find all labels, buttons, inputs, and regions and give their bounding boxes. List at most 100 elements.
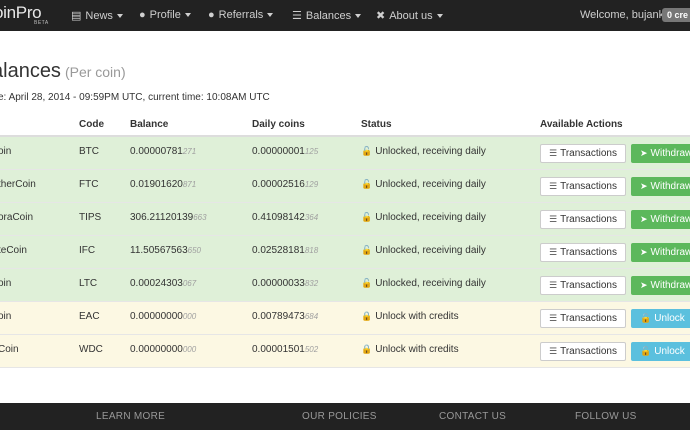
footer-follow-us[interactable]: FOLLOW US	[575, 411, 637, 422]
coin-status: 🔓 Unlocked, receiving daily	[361, 146, 486, 157]
list-icon: ☰	[549, 280, 558, 290]
withdraw-arrow-icon: ➤	[640, 148, 648, 158]
caret-down-icon	[436, 14, 443, 18]
transactions-button[interactable]: ☰ Transactions	[540, 276, 626, 295]
coin-daily: 0.00000001125	[252, 146, 319, 157]
coin-name: oin	[0, 278, 12, 289]
coin-code: FTC	[79, 179, 99, 190]
transactions-button[interactable]: ☰ Transactions	[540, 309, 626, 328]
nav-about-us[interactable]: ✖ About us	[376, 9, 443, 22]
coin-balance: 11.50567563650	[130, 245, 202, 256]
transactions-button[interactable]: ☰ Transactions	[540, 177, 626, 196]
table-row: oin LTC 0.00024303067 0.00000033832 🔓 Unlocke…	[0, 269, 690, 302]
table-row: oin BTC 0.00000781271 0.00000001125 🔓 Unlocke…	[0, 137, 690, 170]
unlock-icon: 🔓	[361, 278, 373, 288]
lock-icon: 🔒	[361, 311, 373, 321]
coin-status: 🔒 Unlock with credits	[361, 344, 459, 355]
caret-down-icon	[184, 13, 191, 17]
list-icon: ☰	[549, 214, 558, 224]
transactions-button[interactable]: ☰ Transactions	[540, 144, 626, 163]
caret-down-icon	[355, 14, 362, 18]
coin-balance: 0.00024303067	[130, 278, 197, 289]
coin-name: Coin	[0, 344, 19, 355]
unlock-icon: 🔓	[640, 313, 652, 323]
withdraw-button[interactable]: ➤ Withdraw	[631, 144, 690, 163]
table-row: therCoin FTC 0.01901620871 0.00002516129 🔓 Un…	[0, 170, 690, 203]
coin-status: 🔓 Unlocked, receiving daily	[361, 212, 486, 223]
brand-beta-label: BETA	[34, 20, 49, 26]
coin-status: 🔓 Unlocked, receiving daily	[361, 278, 486, 289]
coin-daily: 0.41098142364	[252, 212, 319, 223]
header-available-actions: Available Actions	[540, 119, 623, 130]
withdraw-arrow-icon: ➤	[640, 181, 648, 191]
credits-badge[interactable]: 0 cre	[662, 8, 690, 22]
coin-daily: 0.00000033832	[252, 278, 319, 289]
coin-balance: 0.00000000000	[130, 344, 197, 355]
unlock-icon: 🔓	[640, 346, 652, 356]
coin-balance: 306.21120139663	[130, 212, 207, 223]
withdraw-button[interactable]: ➤ Withdraw	[631, 177, 690, 196]
coin-daily: 0.00002516129	[252, 179, 319, 190]
coin-name: oin	[0, 311, 12, 322]
coin-status: 🔓 Unlocked, receiving daily	[361, 245, 486, 256]
withdraw-button[interactable]: ➤ Withdraw	[631, 243, 690, 262]
footer-contact-us[interactable]: CONTACT US	[439, 411, 506, 422]
unlock-icon: 🔓	[361, 179, 373, 189]
withdraw-arrow-icon: ➤	[640, 214, 648, 224]
unlock-icon: 🔓	[361, 245, 373, 255]
coin-name: oraCoin	[0, 212, 34, 223]
coin-daily: 0.02528181818	[252, 245, 319, 256]
coin-code: TIPS	[79, 212, 102, 223]
update-time-info: e: April 28, 2014 - 09:59PM UTC, current…	[0, 92, 270, 103]
withdraw-button[interactable]: ➤ Withdraw	[631, 210, 690, 229]
transactions-button[interactable]: ☰ Transactions	[540, 342, 626, 361]
welcome-text: Welcome, bujank!	[580, 9, 668, 21]
coin-status: 🔒 Unlock with credits	[361, 311, 459, 322]
nav-balances[interactable]: ☰ Balances	[292, 9, 362, 22]
top-navbar: oinPro BETA ▤News ●Profile ●Referrals ☰B…	[0, 0, 690, 31]
list-icon: ☰	[549, 148, 558, 158]
nav-referrals[interactable]: ● Referrals	[208, 9, 274, 21]
coin-daily: 0.00001501502	[252, 344, 319, 355]
page-title: alances(Per coin)	[0, 60, 126, 82]
coin-balance: 0.00000000000	[130, 311, 197, 322]
footer: / LEARN MORE OUR POLICIES CONTACT US FOL…	[0, 403, 690, 430]
coin-daily: 0.00789473684	[252, 311, 319, 322]
unlock-icon: 🔓	[361, 146, 373, 156]
caret-down-icon	[116, 14, 123, 18]
list-icon: ☰	[549, 247, 558, 257]
unlock-button[interactable]: 🔓 Unlock	[631, 342, 690, 361]
table-row: teCoin IFC 11.50567563650 0.02528181818 🔓 Unl…	[0, 236, 690, 269]
coin-name: teCoin	[0, 245, 27, 256]
list-icon: ☰	[549, 346, 558, 356]
withdraw-arrow-icon: ➤	[640, 280, 648, 290]
users-icon: ●	[208, 9, 215, 21]
list-icon: ☰	[549, 181, 558, 191]
withdraw-button[interactable]: ➤ Withdraw	[631, 276, 690, 295]
list-icon: ☰	[549, 313, 558, 323]
withdraw-arrow-icon: ➤	[640, 247, 648, 257]
nav-profile[interactable]: ● Profile	[139, 9, 191, 21]
header-daily-coins: Daily coins	[252, 119, 305, 130]
footer-learn-more[interactable]: LEARN MORE	[96, 411, 165, 422]
footer-our-policies[interactable]: OUR POLICIES	[302, 411, 377, 422]
coin-name: therCoin	[0, 179, 36, 190]
table-row: oraCoin TIPS 306.21120139663 0.41098142364 🔓…	[0, 203, 690, 236]
page-subtitle: (Per coin)	[64, 64, 126, 80]
table-row: oin EAC 0.00000000000 0.00789473684 🔒 Unlock …	[0, 302, 690, 335]
user-icon: ●	[139, 9, 146, 21]
caret-down-icon	[267, 13, 274, 17]
coin-code: WDC	[79, 344, 103, 355]
list-icon: ☰	[292, 10, 302, 22]
newspaper-icon: ▤	[71, 10, 82, 22]
coin-name: oin	[0, 146, 12, 157]
nav-news[interactable]: ▤ News	[71, 9, 123, 22]
coin-code: LTC	[79, 278, 98, 289]
table-row: Coin WDC 0.00000000000 0.00001501502 🔒 Unlock…	[0, 335, 690, 368]
transactions-button[interactable]: ☰ Transactions	[540, 210, 626, 229]
header-status: Status	[361, 119, 392, 130]
transactions-button[interactable]: ☰ Transactions	[540, 243, 626, 262]
coin-status: 🔓 Unlocked, receiving daily	[361, 179, 486, 190]
unlock-button[interactable]: 🔓 Unlock	[631, 309, 690, 328]
coin-balance: 0.00000781271	[130, 146, 197, 157]
